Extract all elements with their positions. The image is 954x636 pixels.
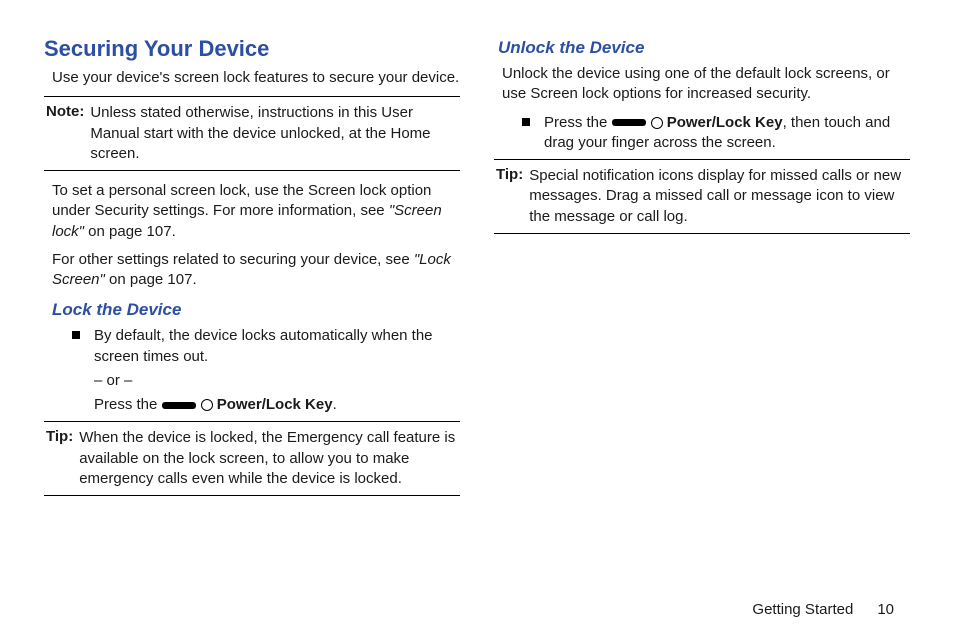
power-lock-key-icon <box>612 117 663 129</box>
footer-section: Getting Started <box>752 601 853 618</box>
power-lock-key-label: Power/Lock Key <box>213 396 333 413</box>
footer-page-number: 10 <box>877 601 894 618</box>
note-label: Note: <box>46 103 84 120</box>
body-paragraph-2: For other settings related to securing y… <box>52 250 460 291</box>
period: . <box>333 396 337 413</box>
tip-label: Tip: <box>496 166 523 183</box>
tip-block-2: Tip: Special notification icons display … <box>494 159 910 234</box>
body-paragraph-2b: on page 107. <box>105 271 197 288</box>
key-circle-icon <box>201 399 213 411</box>
list-item: Press the Power/Lock Key, then touch and… <box>522 113 910 154</box>
tip-text: Special notification icons display for m… <box>529 166 908 227</box>
tip-text: When the device is locked, the Emergency… <box>79 428 458 489</box>
page-footer: Getting Started 10 <box>752 601 894 618</box>
key-circle-icon <box>651 117 663 129</box>
intro-paragraph: Use your device's screen lock features t… <box>52 68 460 88</box>
key-bar-icon <box>162 402 196 409</box>
press-line: Press the Power/Lock Key. <box>94 395 460 415</box>
unlock-steps-list: Press the Power/Lock Key, then touch and… <box>522 113 910 154</box>
section-heading: Securing Your Device <box>44 36 460 62</box>
note-block-1: Note: Unless stated otherwise, instructi… <box>44 96 460 171</box>
left-column: Securing Your Device Use your device's s… <box>44 36 460 506</box>
list-item-text: By default, the device locks automatical… <box>94 326 460 367</box>
body-paragraph-1b: on page 107. <box>84 223 176 240</box>
tip-label: Tip: <box>46 428 73 445</box>
sub-heading-lock: Lock the Device <box>52 300 460 320</box>
sub-heading-unlock: Unlock the Device <box>498 38 910 58</box>
two-column-layout: Securing Your Device Use your device's s… <box>44 36 910 506</box>
power-lock-key-label: Power/Lock Key <box>663 114 783 131</box>
or-divider: – or – <box>94 371 460 391</box>
press-the-text: Press the <box>544 114 612 131</box>
press-the-text: Press the <box>94 396 162 413</box>
body-paragraph-2a: For other settings related to securing y… <box>52 251 414 268</box>
key-bar-icon <box>612 119 646 126</box>
manual-page: Securing Your Device Use your device's s… <box>0 0 954 636</box>
unlock-intro: Unlock the device using one of the defau… <box>502 64 910 105</box>
tip-block-1: Tip: When the device is locked, the Emer… <box>44 421 460 496</box>
list-item: By default, the device locks automatical… <box>72 326 460 415</box>
right-column: Unlock the Device Unlock the device usin… <box>494 36 910 506</box>
note-text: Unless stated otherwise, instructions in… <box>90 103 458 164</box>
body-paragraph-1: To set a personal screen lock, use the S… <box>52 181 460 242</box>
power-lock-key-icon <box>162 399 213 411</box>
body-paragraph-1a: To set a personal screen lock, use the S… <box>52 182 431 219</box>
lock-steps-list: By default, the device locks automatical… <box>72 326 460 415</box>
